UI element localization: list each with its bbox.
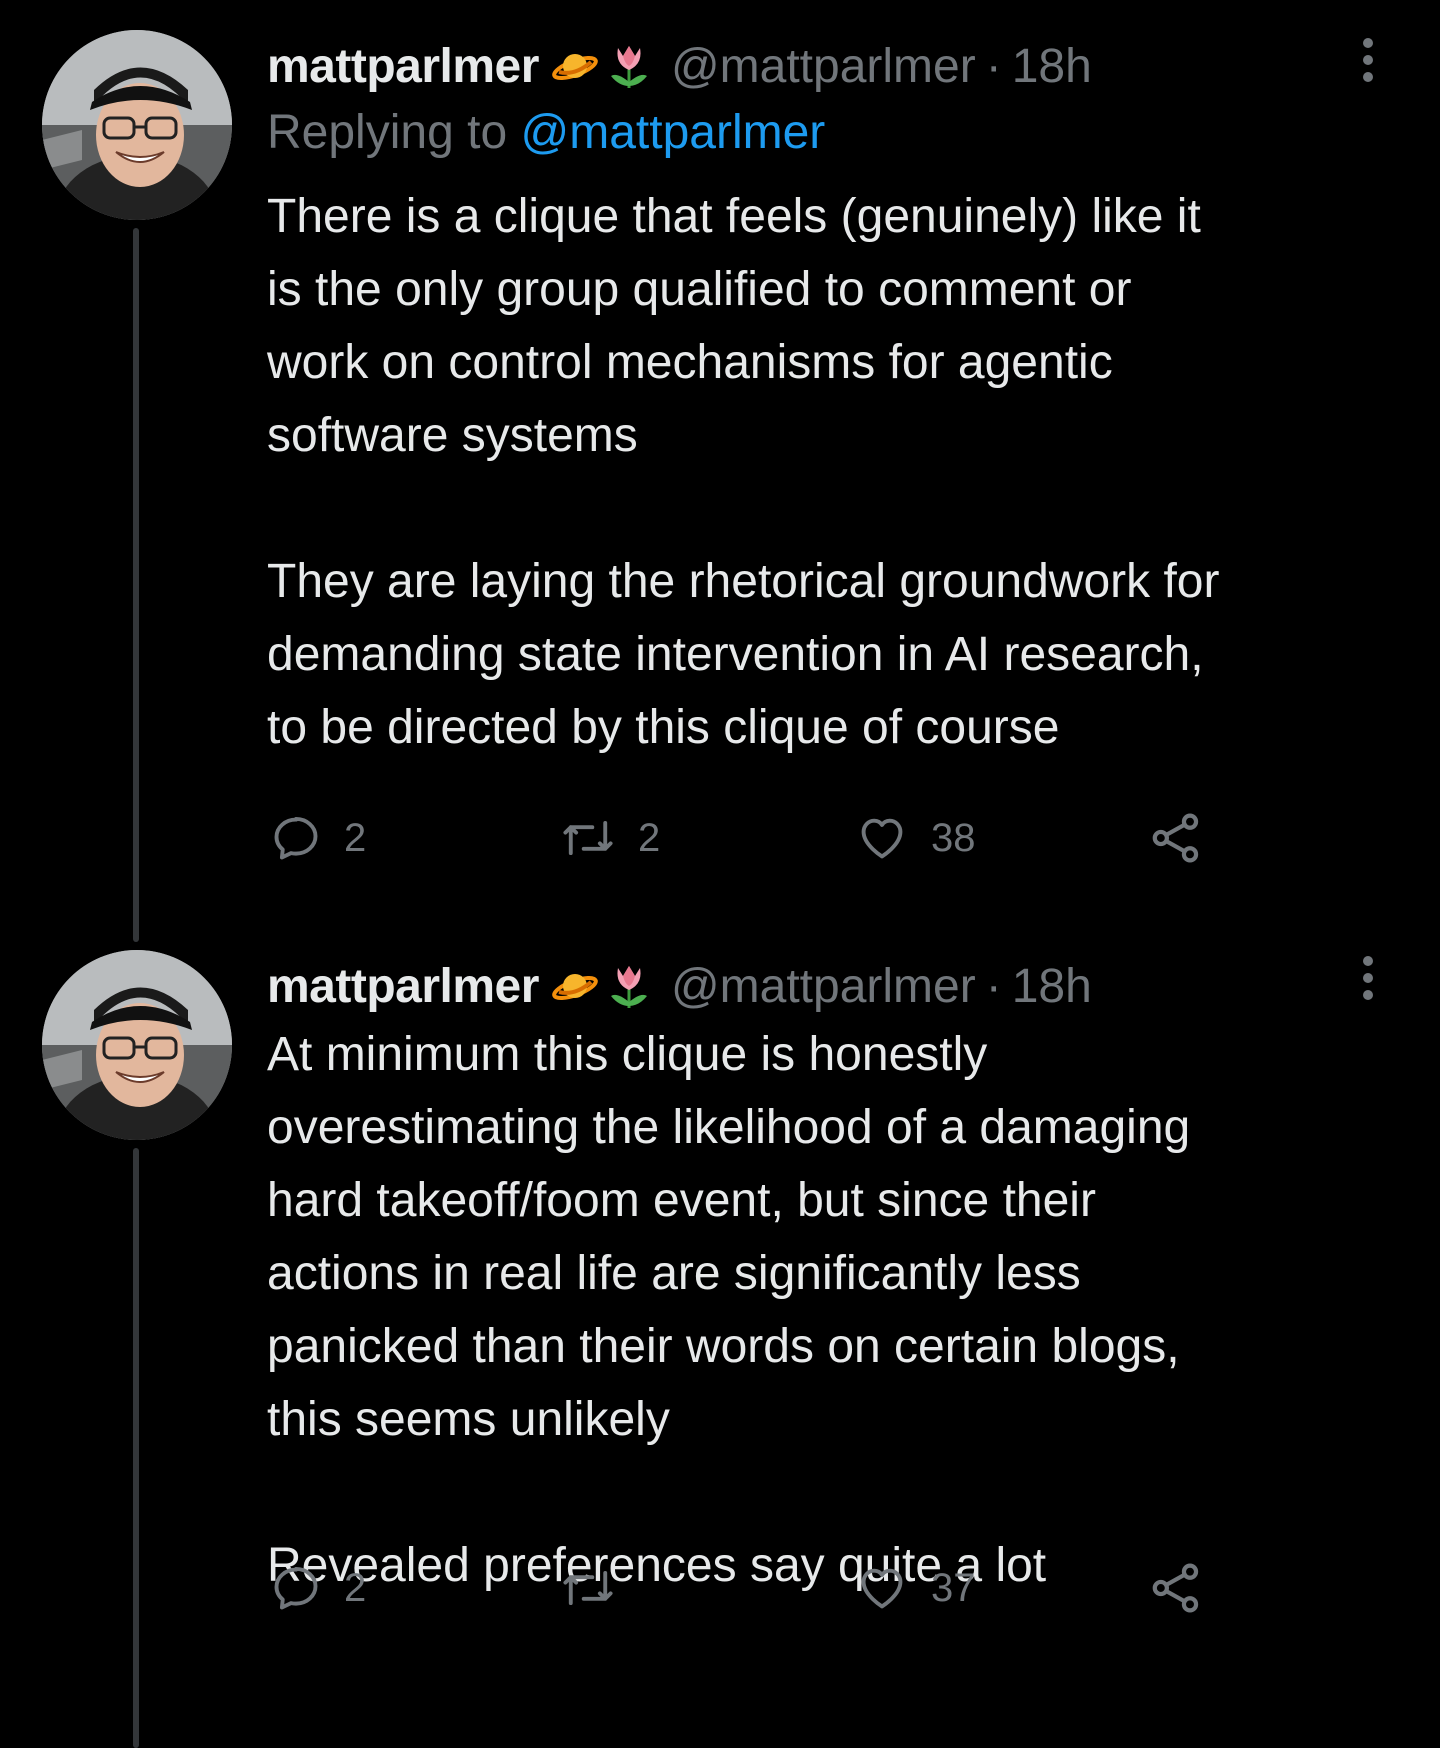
tweet-text-line: demanding state intervention in AI resea… bbox=[267, 628, 1204, 681]
more-dot bbox=[1363, 973, 1373, 983]
like-button[interactable]: 38 bbox=[855, 808, 976, 868]
more-dot bbox=[1363, 38, 1373, 48]
display-name[interactable]: mattparlmer bbox=[267, 959, 539, 1014]
tulip-icon bbox=[610, 46, 647, 88]
avatar[interactable] bbox=[42, 30, 232, 220]
tweet-text: At minimum this clique is honestly overe… bbox=[267, 1018, 1387, 1602]
tweet-actions: 2 2 38 bbox=[270, 808, 1230, 868]
reply-icon bbox=[274, 817, 318, 860]
replying-to-label: Replying to bbox=[267, 106, 508, 159]
separator-dot: · bbox=[985, 39, 1002, 93]
timestamp[interactable]: 18h bbox=[1012, 39, 1092, 94]
ringed-planet-icon bbox=[552, 974, 598, 1000]
tweet-text-line: to be directed by this clique of course bbox=[267, 701, 1060, 754]
tweet-text-line: There is a clique that feels (genuinely)… bbox=[267, 190, 1201, 243]
retweet-icon bbox=[563, 820, 613, 856]
replying-to: Replying to @mattparlmer bbox=[267, 98, 1387, 168]
replying-to-handle-link[interactable]: @mattparlmer bbox=[520, 106, 825, 159]
retweet-icon bbox=[563, 1570, 613, 1606]
like-count: 38 bbox=[931, 815, 976, 860]
thread-line bbox=[133, 228, 139, 942]
like-icon bbox=[861, 818, 903, 859]
reply-count: 2 bbox=[344, 1565, 367, 1610]
tweet[interactable]: mattparlmer @mattparlmer · 18h Replying … bbox=[0, 0, 1440, 942]
retweet-count: 2 bbox=[638, 815, 661, 860]
tweet-text-line: software systems bbox=[267, 409, 638, 462]
tweet-actions: 2 37 bbox=[270, 1558, 1230, 1618]
tweet-text-line: hard takeoff/foom event, but since their bbox=[267, 1174, 1096, 1227]
timestamp[interactable]: 18h bbox=[1012, 959, 1092, 1014]
thread-line bbox=[133, 1148, 139, 1748]
share-button[interactable] bbox=[1148, 808, 1204, 868]
reply-count: 2 bbox=[344, 815, 367, 860]
share-icon bbox=[1152, 813, 1199, 863]
tweet-header: mattparlmer @mattparlmer · 18h bbox=[267, 954, 1387, 1018]
like-count: 37 bbox=[931, 1565, 976, 1610]
more-dot bbox=[1363, 990, 1373, 1000]
retweet-button[interactable]: 2 bbox=[560, 808, 660, 868]
tweet-content: mattparlmer @mattparlmer · 18h Replying … bbox=[267, 34, 1387, 764]
more-dot bbox=[1363, 956, 1373, 966]
tweet-text-line: work on control mechanisms for agentic bbox=[267, 336, 1113, 389]
more-icon[interactable] bbox=[1356, 30, 1380, 90]
tulip-icon bbox=[610, 966, 647, 1008]
tweet-text: There is a clique that feels (genuinely)… bbox=[267, 180, 1387, 764]
user-handle[interactable]: @mattparlmer bbox=[671, 959, 976, 1014]
share-button[interactable] bbox=[1148, 1558, 1204, 1618]
like-icon bbox=[861, 1568, 903, 1609]
tweet-text-line: actions in real life are significantly l… bbox=[267, 1247, 1081, 1300]
retweet-button[interactable] bbox=[560, 1558, 638, 1618]
tweet-text-line: this seems unlikely bbox=[267, 1393, 670, 1446]
more-dot bbox=[1363, 72, 1373, 82]
display-name[interactable]: mattparlmer bbox=[267, 39, 539, 94]
reply-button[interactable]: 2 bbox=[270, 808, 366, 868]
avatar[interactable] bbox=[42, 950, 232, 1140]
tweet[interactable]: mattparlmer @mattparlmer · 18h At minimu… bbox=[0, 920, 1440, 1748]
tweet-text-line: panicked than their words on certain blo… bbox=[267, 1320, 1180, 1373]
more-icon[interactable] bbox=[1356, 948, 1380, 1008]
tweet-text-line: They are laying the rhetorical groundwor… bbox=[267, 555, 1220, 608]
ringed-planet-icon bbox=[552, 54, 598, 80]
tweet-text-line: is the only group qualified to comment o… bbox=[267, 263, 1132, 316]
like-button[interactable]: 37 bbox=[855, 1558, 976, 1618]
reply-button[interactable]: 2 bbox=[270, 1558, 366, 1618]
more-dot bbox=[1363, 55, 1373, 65]
separator-dot: · bbox=[985, 959, 1002, 1013]
tweet-header: mattparlmer @mattparlmer · 18h bbox=[267, 34, 1387, 98]
reply-icon bbox=[274, 1567, 318, 1610]
tweet-text-line: overestimating the likelihood of a damag… bbox=[267, 1101, 1191, 1154]
tweet-text-line: At minimum this clique is honestly bbox=[267, 1028, 988, 1081]
user-handle[interactable]: @mattparlmer bbox=[671, 39, 976, 94]
share-icon bbox=[1152, 1563, 1199, 1613]
tweet-content: mattparlmer @mattparlmer · 18h At minimu… bbox=[267, 954, 1387, 1602]
